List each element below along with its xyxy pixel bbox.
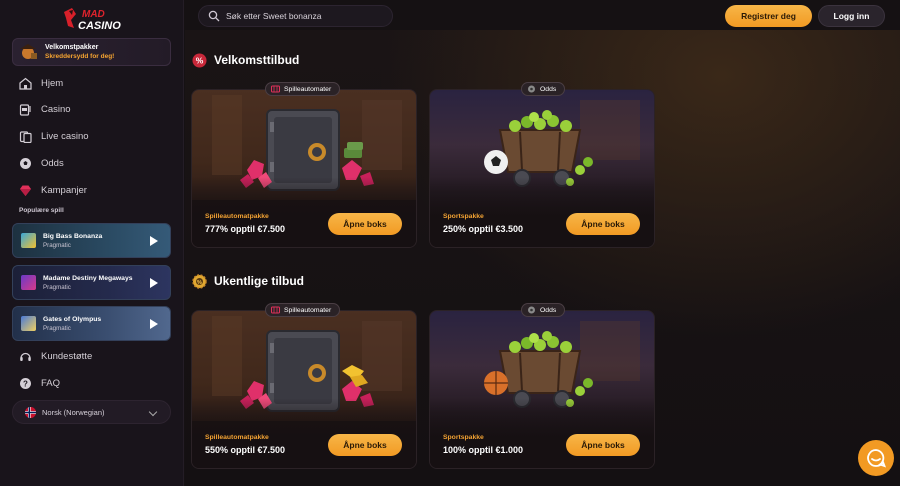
logo-text-line1: MAD (82, 9, 105, 20)
popular-game-big-bass-bonanza[interactable]: Big Bass Bonanza Pragmatic (12, 223, 171, 258)
offer-text: 250% opptil €3.500 (443, 224, 524, 234)
football-icon (528, 306, 535, 314)
home-icon (18, 76, 32, 90)
language-label: Norsk (Norwegian) (42, 407, 105, 417)
cards-icon (18, 129, 32, 143)
section-title-text: Ukentlige tilbud (214, 274, 304, 288)
slot-machine-icon (271, 85, 280, 93)
offer-text: 550% opptil €7.500 (205, 445, 286, 455)
play-icon[interactable] (150, 235, 158, 246)
card-fade (430, 398, 654, 468)
offer-type: Sportspakke (443, 434, 484, 441)
offer-text: 777% opptil €7.500 (205, 224, 286, 234)
offer-text: 100% opptil €1.000 (443, 445, 524, 455)
game-thumbnail (21, 316, 36, 331)
gear-badge-icon: % (192, 273, 207, 289)
chat-icon (867, 449, 886, 468)
open-box-button[interactable]: Åpne boks (328, 434, 402, 456)
headset-icon (18, 349, 32, 363)
register-button[interactable]: Registrer deg (725, 5, 812, 27)
logo-text-line2: CASINO (78, 20, 121, 32)
question-icon: ? (18, 376, 32, 390)
welcome-subtitle: Skreddersydd for deg! (45, 53, 115, 60)
offer-type: Spilleautomatpakke (205, 434, 269, 441)
offer-type: Spilleautomatpakke (205, 213, 269, 220)
sidebar-item-home[interactable]: Hjem (18, 75, 63, 91)
offer-type: Sportspakke (443, 213, 484, 220)
game-provider: Pragmatic (43, 324, 71, 332)
svg-text:%: % (196, 55, 204, 65)
category-tag-odds: Odds (521, 303, 566, 317)
card-fade (192, 398, 416, 468)
sidebar-item-label: Odds (41, 157, 64, 169)
popular-games-heading: Populære spill (19, 207, 64, 214)
offer-card-sports-welcome[interactable]: Sportspakke 250% opptil €3.500 Åpne boks (429, 89, 655, 248)
game-name: Madame Destiny Megaways (43, 274, 133, 282)
football-icon (528, 85, 535, 93)
play-icon[interactable] (150, 318, 158, 329)
norway-flag-icon (25, 406, 36, 418)
search-bar[interactable] (198, 5, 393, 27)
mad-casino-logo[interactable]: MAD CASINO (62, 6, 124, 32)
game-name: Big Bass Bonanza (43, 232, 103, 240)
svg-text:%: % (197, 279, 202, 285)
sidebar-item-live-casino[interactable]: Live casino (18, 128, 89, 144)
sidebar-item-faq[interactable]: ? FAQ (18, 375, 60, 391)
sidebar-item-label: FAQ (41, 377, 61, 389)
section-title-weekly-offers: % Ukentlige tilbud (192, 273, 304, 289)
percent-badge-icon: % (192, 53, 207, 67)
game-provider: Pragmatic (43, 283, 71, 291)
welcome-title: Velkomstpakker (45, 44, 99, 51)
open-box-button[interactable]: Åpne boks (328, 213, 402, 235)
tag-label: Odds (540, 85, 557, 93)
slot-machine-icon (18, 102, 32, 116)
mascot-icon (17, 41, 39, 63)
tag-label: Spilleautomater (284, 85, 332, 93)
svg-text:?: ? (23, 379, 28, 388)
game-provider: Pragmatic (43, 241, 71, 249)
category-tag-odds: Odds (521, 82, 566, 96)
card-fade (192, 177, 416, 247)
game-thumbnail (21, 233, 36, 248)
login-button[interactable]: Logg inn (818, 5, 885, 27)
sidebar-item-odds[interactable]: Odds (18, 155, 64, 171)
popular-game-gates-of-olympus[interactable]: Gates of Olympus Pragmatic (12, 306, 171, 341)
tag-label: Spilleautomater (284, 306, 332, 314)
section-title-welcome-offers: % Velkomsttilbud (192, 52, 299, 68)
category-tag-slots: Spilleautomater (265, 82, 341, 96)
sidebar: MAD CASINO Velkomstpakker Skreddersydd f… (0, 0, 184, 486)
chevron-down-icon (148, 407, 158, 417)
sidebar-item-label: Casino (41, 103, 71, 115)
open-box-button[interactable]: Åpne boks (566, 434, 640, 456)
open-box-button[interactable]: Åpne boks (566, 213, 640, 235)
sidebar-item-support[interactable]: Kundestøtte (18, 348, 92, 364)
language-select[interactable]: Norsk (Norwegian) (12, 400, 171, 424)
sidebar-item-label: Live casino (41, 130, 89, 142)
welcome-packages-card[interactable]: Velkomstpakker Skreddersydd for deg! (12, 38, 171, 66)
offer-card-slots-weekly[interactable]: Spilleautomatpakke 550% opptil €7.500 Åp… (191, 310, 417, 469)
popular-game-madame-destiny-megaways[interactable]: Madame Destiny Megaways Pragmatic (12, 265, 171, 300)
sidebar-item-label: Kampanjer (41, 184, 87, 196)
search-icon (208, 10, 220, 22)
sidebar-item-label: Hjem (41, 77, 64, 89)
game-name: Gates of Olympus (43, 315, 102, 323)
play-icon[interactable] (150, 277, 158, 288)
section-title-text: Velkomsttilbud (214, 53, 300, 67)
sidebar-item-casino[interactable]: Casino (18, 101, 71, 117)
category-tag-slots: Spilleautomater (265, 303, 341, 317)
gem-icon (18, 183, 32, 197)
search-input[interactable] (226, 11, 386, 21)
slot-machine-icon (271, 306, 280, 314)
game-thumbnail (21, 275, 36, 290)
offer-card-sports-weekly[interactable]: Sportspakke 100% opptil €1.000 Åpne boks (429, 310, 655, 469)
tag-label: Odds (540, 306, 557, 314)
live-chat-button[interactable] (858, 440, 894, 476)
football-icon (18, 156, 32, 170)
card-fade (430, 177, 654, 247)
offer-card-slots-welcome[interactable]: Spilleautomatpakke 777% opptil €7.500 Åp… (191, 89, 417, 248)
sidebar-item-label: Kundestøtte (41, 350, 93, 362)
sidebar-item-campaigns[interactable]: Kampanjer (18, 182, 87, 198)
